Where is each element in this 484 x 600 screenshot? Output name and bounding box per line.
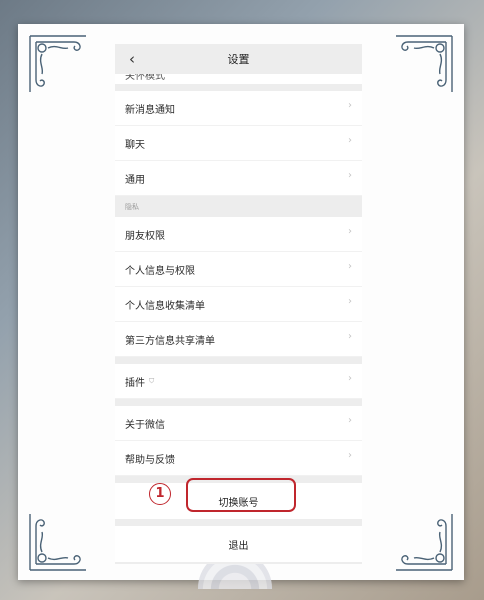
step-number-badge: 1: [149, 483, 171, 505]
chevron-right-icon: ›: [348, 226, 352, 237]
annotation-highlight-box: [186, 478, 296, 512]
list-item-label: 插件: [125, 377, 145, 389]
list-item-personal-info-collection[interactable]: 个人信息收集清单 ›: [115, 287, 362, 322]
list-item-plugins[interactable]: 插件 ⛉ ›: [115, 364, 362, 399]
chevron-right-icon: ›: [348, 135, 352, 146]
chevron-right-icon: ›: [348, 373, 352, 384]
partial-list-item[interactable]: 关怀模式: [115, 74, 362, 84]
page-title: 设置: [227, 53, 250, 66]
chevron-right-icon: ›: [348, 331, 352, 342]
chevron-right-icon: ›: [348, 261, 352, 272]
partial-item-label: 关怀模式: [125, 74, 165, 82]
list-item-chat[interactable]: 聊天 ›: [115, 126, 362, 161]
section-gap: [115, 357, 362, 364]
list-item-label: 帮助与反馈: [125, 454, 175, 466]
list-item-label: 通用: [125, 174, 145, 186]
list-item-new-message-notification[interactable]: 新消息通知 ›: [115, 91, 362, 126]
list-item-label: 个人信息与权限: [125, 265, 195, 277]
section-header-privacy: 隐私: [115, 196, 362, 217]
chevron-right-icon: ›: [348, 100, 352, 111]
shield-icon: ⛉: [149, 376, 155, 385]
list-item-general[interactable]: 通用 ›: [115, 161, 362, 196]
section-gap: [115, 84, 362, 91]
list-item-label: 新消息通知: [125, 104, 175, 116]
list-item-label: 关于微信: [125, 419, 165, 431]
chevron-right-icon: ›: [348, 415, 352, 426]
section-gap: [115, 399, 362, 406]
nav-bar: ‹ 设置: [115, 44, 362, 74]
ornament-corner-icon: [26, 506, 94, 574]
ornament-corner-icon: [388, 506, 456, 574]
ornament-corner-icon: [388, 32, 456, 100]
list-item-label: 聊天: [125, 139, 145, 151]
chevron-right-icon: ›: [348, 296, 352, 307]
section-gap: [115, 562, 362, 564]
chevron-right-icon: ›: [348, 450, 352, 461]
list-item-personal-info-permissions[interactable]: 个人信息与权限 ›: [115, 252, 362, 287]
list-item-label: 第三方信息共享清单: [125, 335, 215, 347]
list-item-label: 个人信息收集清单: [125, 300, 205, 312]
chevron-right-icon: ›: [348, 170, 352, 181]
list-item-friend-permissions[interactable]: 朋友权限 ›: [115, 217, 362, 252]
list-item-about-wechat[interactable]: 关于微信 ›: [115, 406, 362, 441]
list-item-third-party-sharing[interactable]: 第三方信息共享清单 ›: [115, 322, 362, 357]
list-item-help-feedback[interactable]: 帮助与反馈 ›: [115, 441, 362, 476]
section-gap: [115, 519, 362, 526]
back-arrow-icon[interactable]: ‹: [123, 49, 141, 69]
logout-label: 退出: [228, 540, 249, 552]
logout-button[interactable]: 退出: [115, 526, 362, 562]
list-item-label: 朋友权限: [125, 230, 165, 242]
ornament-corner-icon: [26, 32, 94, 100]
